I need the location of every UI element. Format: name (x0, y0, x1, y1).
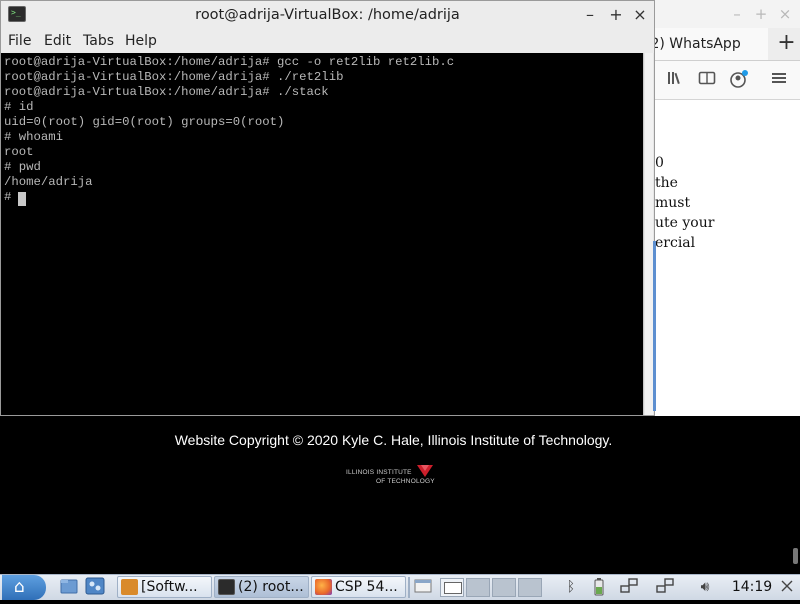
menu-edit[interactable]: Edit (44, 29, 71, 53)
start-menu-icon: ⌂ (14, 577, 25, 597)
tab-whatsapp-label: (2) WhatsApp (655, 36, 741, 52)
task-software-updater[interactable]: [Softw... (117, 576, 212, 598)
menu-icon[interactable] (769, 70, 789, 90)
taskbar-divider (408, 577, 410, 598)
terminal-title: root@adrija-VirtualBox: /home/adrija (195, 7, 460, 23)
new-tab-button[interactable]: + (773, 28, 800, 60)
terminal-output[interactable]: root@adrija-VirtualBox:/home/adrija# gcc… (1, 53, 643, 415)
task-label: [Softw... (141, 579, 198, 595)
terminal-prompt: # (4, 190, 19, 204)
workspace-4[interactable] (518, 578, 542, 597)
window-list-icon[interactable] (412, 577, 434, 598)
browser-page-content: 0 the must ute your ercial (655, 100, 800, 416)
terminal-line: root@adrija-VirtualBox:/home/adrija# ./s… (4, 85, 329, 99)
task-label: (2) root... (238, 579, 304, 595)
network-connections-icon[interactable] (654, 577, 676, 598)
page-text-fragment: must (655, 195, 691, 211)
page-text-fragment: ercial (655, 235, 696, 251)
terminal-line: # pwd (4, 160, 41, 174)
iit-logo: ILLINOIS INSTITUTE OF TECHNOLOGY (346, 464, 442, 488)
terminal-line: /home/adrija (4, 175, 93, 189)
logo-text-line1: ILLINOIS INSTITUTE (346, 469, 412, 476)
task-label: CSP 54... (335, 579, 398, 595)
terminal-menubar: File Edit Tabs Help (1, 29, 654, 53)
page-text-fragment: 0 (655, 155, 664, 171)
volume-icon[interactable]: 🔊︎ (694, 577, 716, 598)
terminal-line: root (4, 145, 34, 159)
firefox-icon (315, 579, 332, 595)
terminal-line: # whoami (4, 130, 64, 144)
library-icon[interactable] (666, 70, 686, 90)
task-firefox[interactable]: CSP 54... (311, 576, 406, 598)
browser-minimize-button[interactable]: – (728, 5, 746, 23)
menu-help[interactable]: Help (125, 29, 157, 53)
file-manager-icon[interactable] (58, 577, 80, 598)
task-terminal[interactable]: (2) root... (214, 576, 309, 598)
browser-toolbar (655, 61, 800, 100)
terminal-titlebar[interactable]: >_ root@adrija-VirtualBox: /home/adrija … (1, 1, 654, 30)
terminal-scroll-thumb[interactable] (645, 53, 653, 415)
browser-tabbar: (2) WhatsApp + (655, 28, 800, 61)
taskbar: ⌂ [Softw... (2) root... CSP 54... ᛒ 🔊︎ 1… (0, 574, 800, 600)
start-menu-button[interactable]: ⌂ (2, 575, 46, 600)
terminal-window: >_ root@adrija-VirtualBox: /home/adrija … (0, 0, 656, 416)
tab-whatsapp[interactable]: (2) WhatsApp (655, 28, 768, 60)
terminal-icon (218, 579, 235, 595)
workspace-1[interactable] (440, 578, 464, 597)
logo-chevron-icon (417, 465, 433, 477)
workspace-3[interactable] (492, 578, 516, 597)
show-desktop-icon[interactable] (84, 577, 106, 598)
browser-close-button[interactable]: × (776, 5, 794, 23)
account-icon[interactable] (729, 70, 749, 90)
software-updater-icon (121, 579, 138, 595)
page-text-fragment: ute your (655, 215, 715, 231)
logo-text-line2: OF TECHNOLOGY (376, 478, 435, 485)
terminal-cursor (18, 192, 26, 206)
terminal-line: root@adrija-VirtualBox:/home/adrija# gcc… (4, 55, 455, 69)
minimize-button[interactable]: – (580, 5, 600, 25)
taskbar-clock[interactable]: 14:19 (730, 575, 774, 600)
bluetooth-icon[interactable]: ᛒ (560, 577, 582, 598)
logout-icon[interactable] (776, 577, 798, 598)
menu-tabs[interactable]: Tabs (83, 29, 114, 53)
network-icon[interactable] (618, 577, 640, 598)
footer-copyright: Website Copyright © 2020 Kyle C. Hale, I… (174, 432, 613, 448)
terminal-line: root@adrija-VirtualBox:/home/adrija# ./r… (4, 70, 344, 84)
battery-icon[interactable] (588, 577, 610, 598)
browser-maximize-button[interactable]: + (752, 5, 770, 23)
page-scrollbar[interactable] (787, 548, 800, 574)
close-button[interactable]: × (630, 5, 650, 25)
terminal-line: # id (4, 100, 34, 114)
maximize-button[interactable]: + (606, 5, 626, 25)
terminal-line: uid=0(root) gid=0(root) groups=0(root) (4, 115, 285, 129)
workspace-2[interactable] (466, 578, 490, 597)
menu-file[interactable]: File (8, 29, 31, 53)
page-text-fragment: the (655, 175, 678, 191)
browser-titlebar: – + × (655, 0, 800, 28)
reader-view-icon[interactable] (697, 70, 717, 90)
window-resize-edge[interactable] (653, 241, 656, 411)
